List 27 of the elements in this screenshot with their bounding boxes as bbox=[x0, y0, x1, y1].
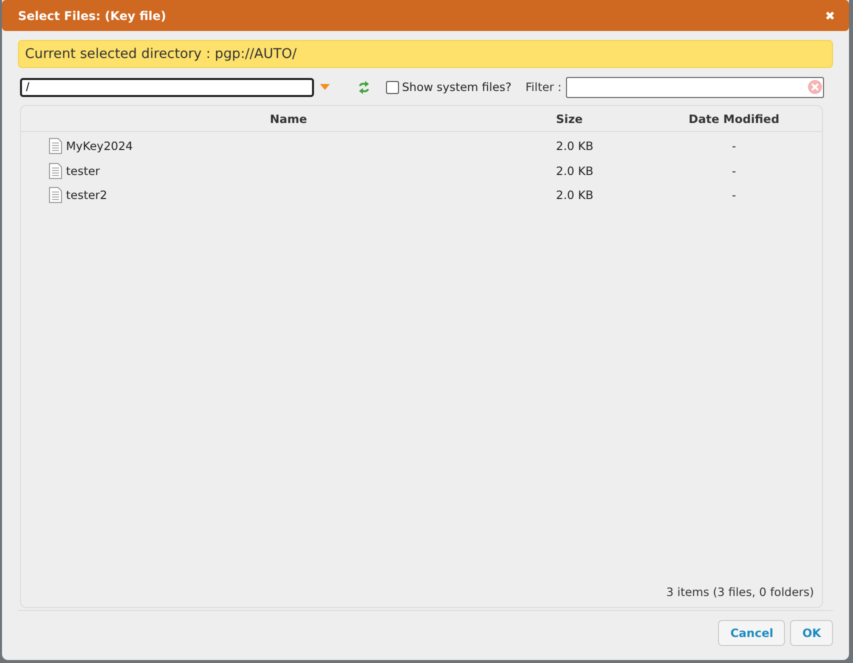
item-count: 3 items (3 files, 0 folders) bbox=[665, 585, 815, 601]
directory-banner: Current selected directory : pgp://AUTO/ bbox=[18, 40, 833, 68]
window-title: Select Files: (Key file) bbox=[18, 8, 166, 22]
date-modified: - bbox=[730, 188, 738, 202]
caret-icon bbox=[320, 84, 330, 90]
column-header[interactable]: Name bbox=[21, 112, 556, 126]
document-icon bbox=[49, 138, 62, 154]
ok-button[interactable]: OK bbox=[790, 620, 833, 646]
filter-label: Filter : bbox=[526, 80, 562, 94]
checkbox[interactable] bbox=[386, 80, 399, 94]
refresh-icon[interactable] bbox=[358, 80, 370, 94]
date-modified: - bbox=[730, 164, 738, 178]
document-icon bbox=[49, 187, 62, 204]
file-size: 2.0 KB bbox=[556, 164, 594, 178]
filter-field[interactable] bbox=[566, 76, 824, 98]
file-size: 2.0 KB bbox=[556, 188, 594, 202]
file-name[interactable]: tester bbox=[66, 164, 100, 178]
column-header[interactable]: Date Modified bbox=[666, 112, 802, 126]
file-name[interactable]: MyKey2024 bbox=[66, 139, 133, 154]
document-icon bbox=[49, 162, 62, 179]
column-header[interactable]: Size bbox=[556, 112, 666, 126]
file-size: 2.0 KB bbox=[556, 139, 594, 154]
file-name[interactable]: tester2 bbox=[66, 188, 108, 202]
checkbox-label: Show system files? bbox=[402, 80, 512, 94]
close-button[interactable]: ✖ bbox=[825, 8, 835, 22]
cancel-button[interactable]: Cancel bbox=[718, 620, 786, 646]
date-modified: - bbox=[730, 139, 738, 154]
